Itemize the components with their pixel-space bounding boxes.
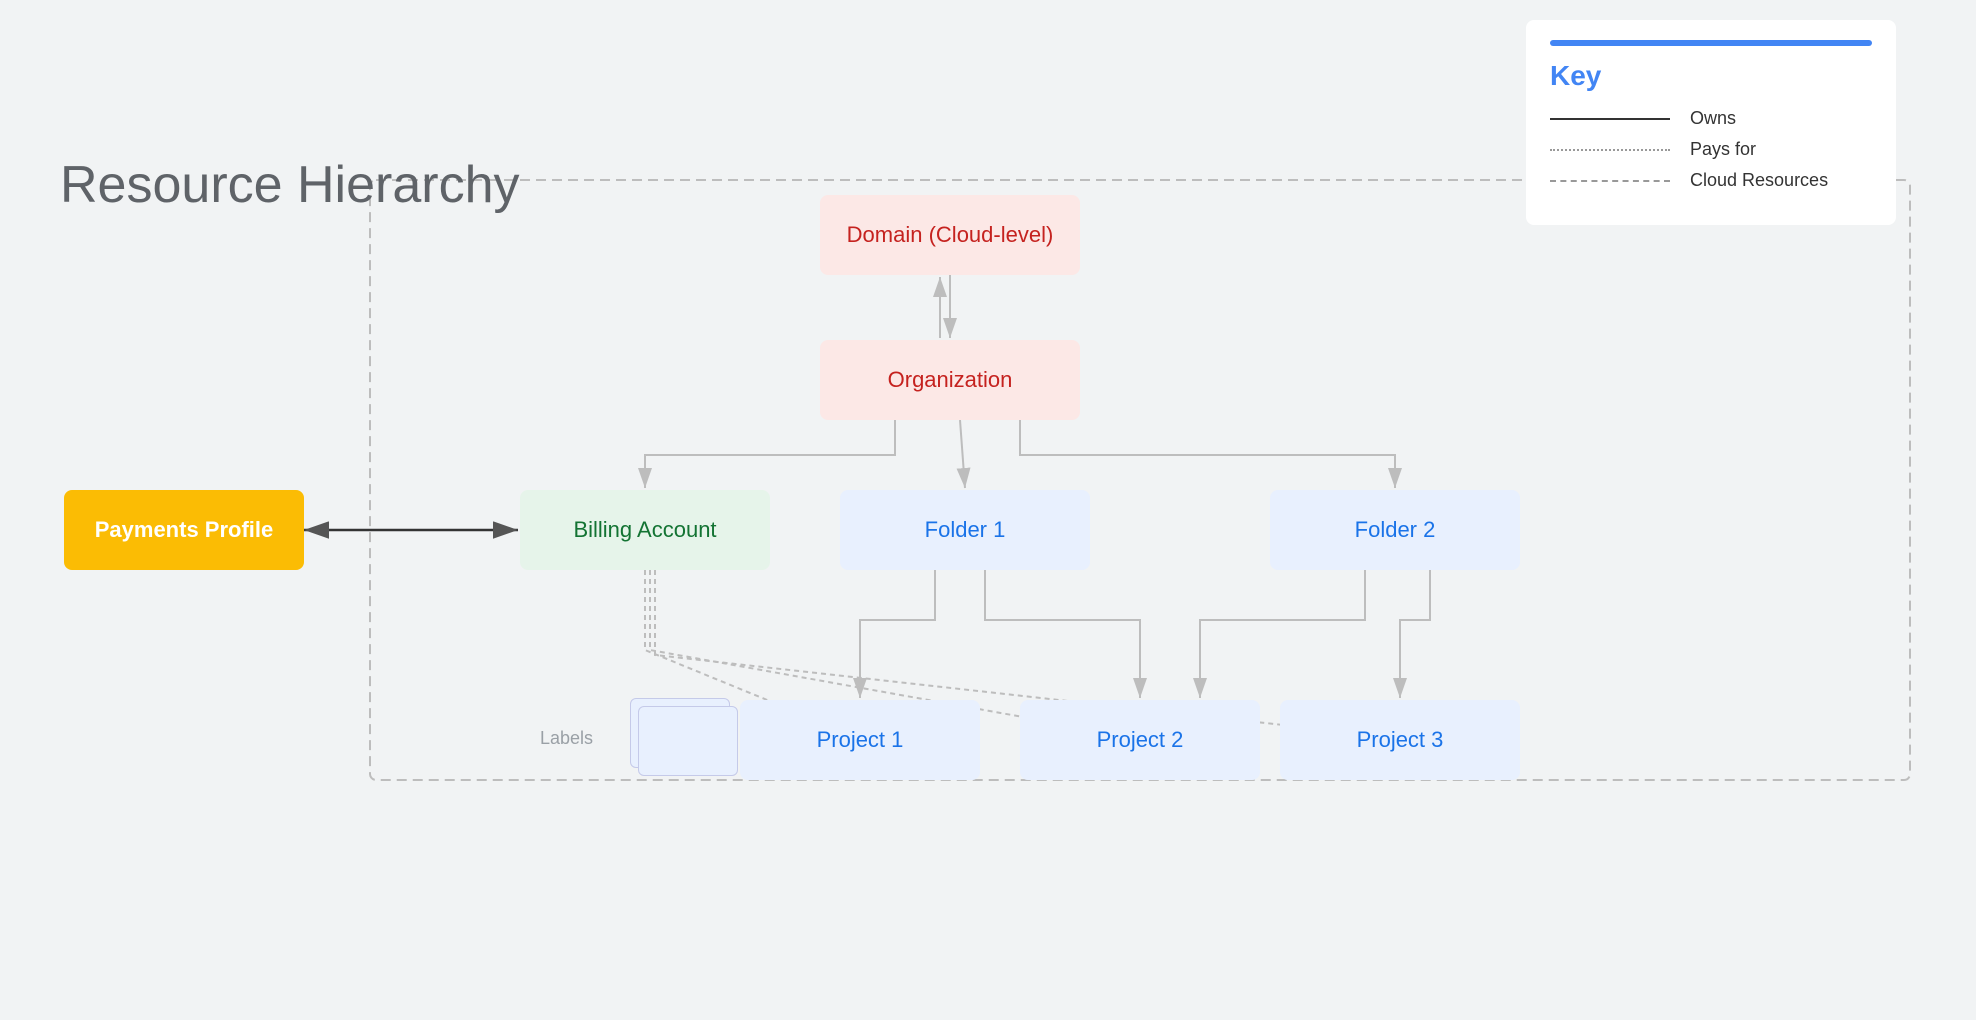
domain-node: Domain (Cloud-level) — [820, 195, 1080, 275]
key-blue-bar — [1550, 40, 1872, 46]
labels-card-front — [638, 706, 738, 776]
folder1-node: Folder 1 — [840, 490, 1090, 570]
key-cloud-label: Cloud Resources — [1690, 170, 1828, 191]
billing-account-node: Billing Account — [520, 490, 770, 570]
project3-node: Project 3 — [1280, 700, 1520, 780]
dotted-line-icon — [1550, 149, 1670, 151]
page-title: Resource Hierarchy — [60, 155, 520, 215]
key-pays-label: Pays for — [1690, 139, 1756, 160]
key-row-cloud: Cloud Resources — [1550, 170, 1872, 191]
key-row-owns: Owns — [1550, 108, 1872, 129]
project1-node: Project 1 — [740, 700, 980, 780]
project2-node: Project 2 — [1020, 700, 1260, 780]
key-row-pays: Pays for — [1550, 139, 1872, 160]
payments-profile-node: Payments Profile — [64, 490, 304, 570]
key-title: Key — [1550, 60, 1872, 92]
folder2-node: Folder 2 — [1270, 490, 1520, 570]
key-panel: Key Owns Pays for Cloud Resources — [1526, 20, 1896, 225]
labels-text: Labels — [540, 728, 593, 749]
dashed-line-icon — [1550, 180, 1670, 182]
key-owns-label: Owns — [1690, 108, 1736, 129]
solid-line-icon — [1550, 118, 1670, 120]
organization-node: Organization — [820, 340, 1080, 420]
